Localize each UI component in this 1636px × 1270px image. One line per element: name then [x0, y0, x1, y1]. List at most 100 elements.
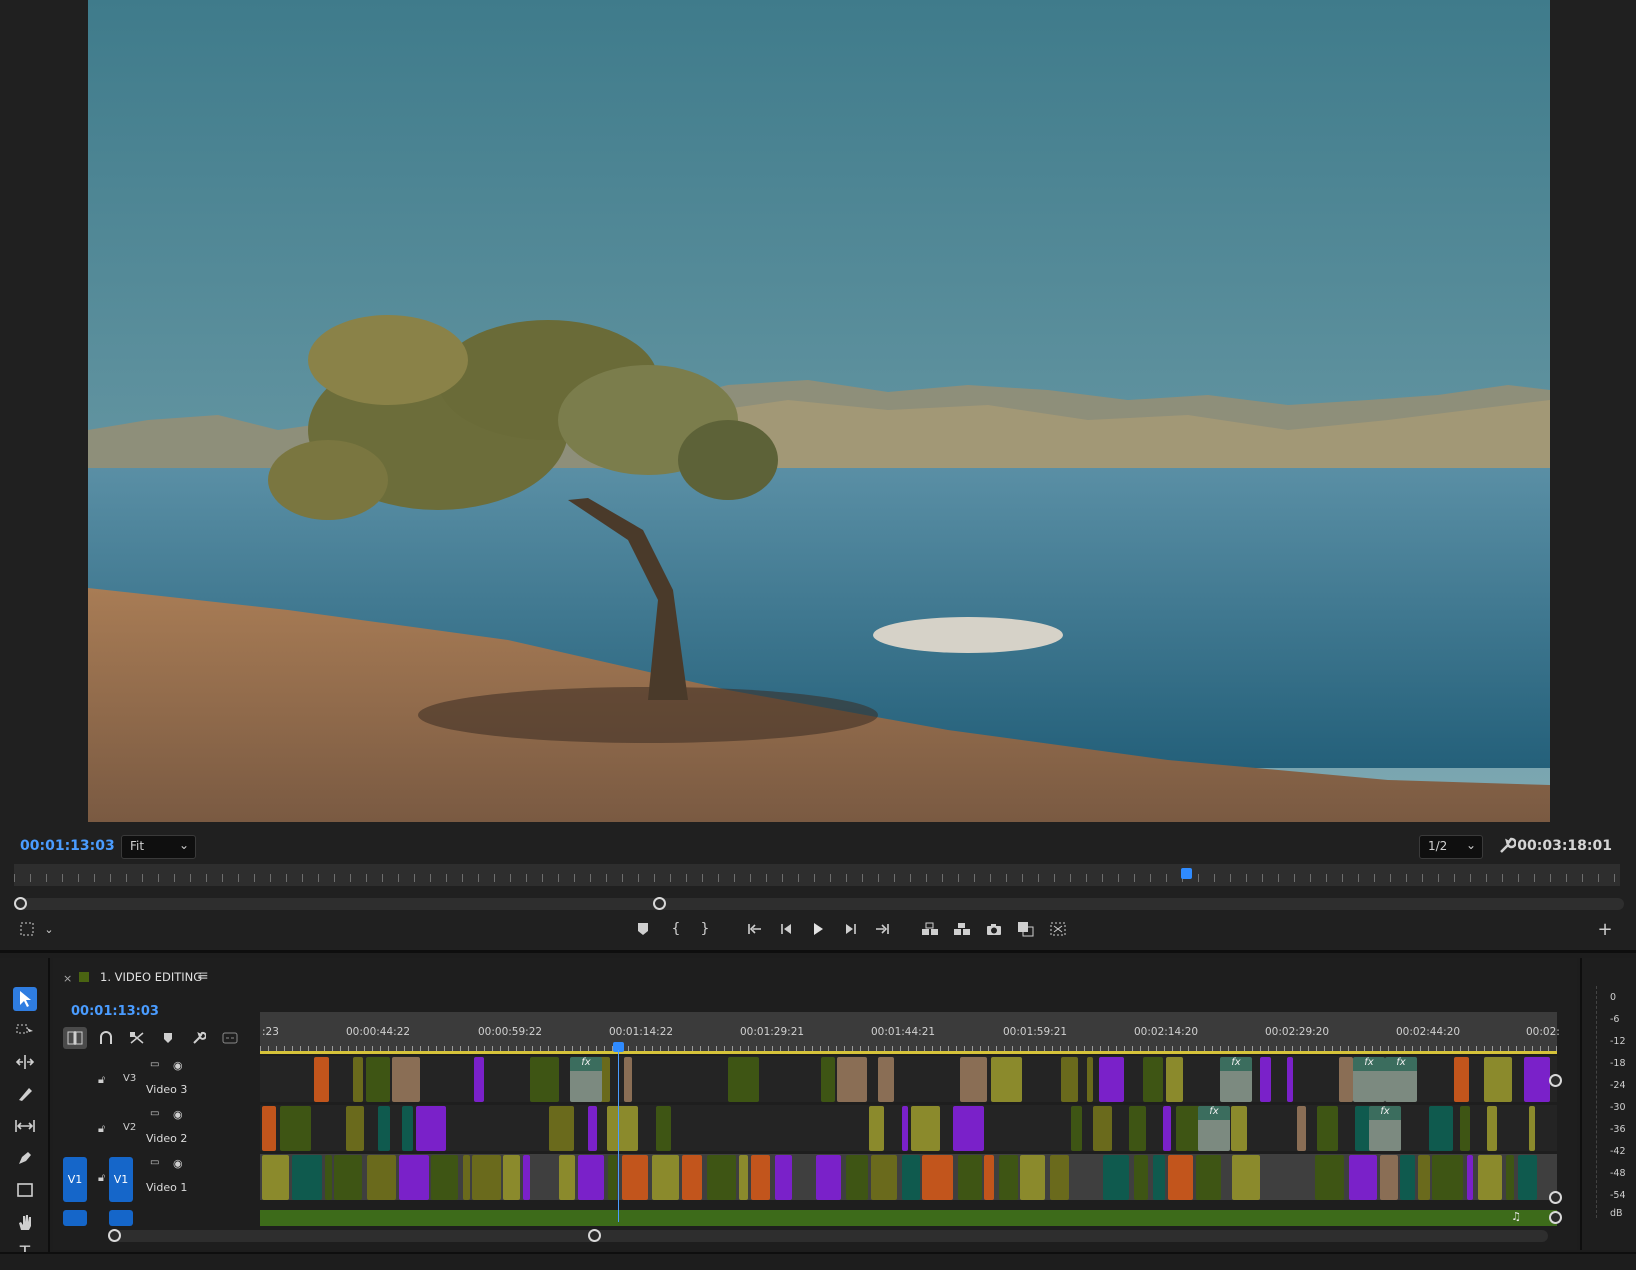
video-clip[interactable]	[1297, 1106, 1306, 1151]
video-clip[interactable]	[958, 1155, 982, 1200]
insert-nest-toggle-icon[interactable]	[63, 1027, 87, 1049]
source-patch-a1[interactable]	[63, 1210, 87, 1226]
toggle-sync-lock-icon[interactable]: ▭	[150, 1108, 159, 1119]
video-clip[interactable]	[1487, 1106, 1497, 1151]
video-clip[interactable]	[314, 1057, 329, 1102]
video-clip[interactable]	[608, 1155, 617, 1200]
video-clip[interactable]	[346, 1106, 364, 1151]
zoom-level-select[interactable]: Fit ⌄	[121, 835, 196, 859]
video-clip[interactable]	[1506, 1155, 1514, 1200]
video-clip[interactable]	[1050, 1155, 1069, 1200]
video-clip[interactable]	[1400, 1155, 1415, 1200]
close-tab-icon[interactable]: ×	[63, 972, 72, 985]
safe-margins-icon[interactable]	[16, 918, 38, 940]
video-clip[interactable]	[1467, 1155, 1473, 1200]
video-clip[interactable]	[816, 1155, 841, 1200]
timeline-settings-wrench-icon[interactable]	[187, 1027, 211, 1049]
video-clip[interactable]	[1484, 1057, 1512, 1102]
work-area-bar[interactable]	[260, 1051, 1557, 1054]
video-clip[interactable]	[366, 1057, 390, 1102]
video-clip[interactable]	[607, 1106, 638, 1151]
video-clip[interactable]	[1163, 1106, 1171, 1151]
track-lane-v2[interactable]: fx fx	[260, 1105, 1557, 1151]
timeline-current-timecode[interactable]: 00:01:13:03	[71, 1004, 159, 1019]
video-clip[interactable]	[869, 1106, 884, 1151]
video-clip[interactable]	[530, 1057, 559, 1102]
video-clip[interactable]	[1071, 1106, 1082, 1151]
video-clip[interactable]	[960, 1057, 987, 1102]
panel-menu-icon[interactable]: ≡	[197, 968, 209, 984]
video-clip[interactable]	[775, 1155, 792, 1200]
video-clip[interactable]	[1454, 1057, 1469, 1102]
playback-resolution-select[interactable]: 1/2 ⌄	[1419, 835, 1483, 859]
extract-icon[interactable]	[951, 918, 973, 940]
video-clip[interactable]	[728, 1057, 759, 1102]
video-clip[interactable]	[1339, 1057, 1353, 1102]
video-clip[interactable]	[821, 1057, 835, 1102]
video-clip[interactable]	[1429, 1106, 1453, 1151]
video-clip[interactable]	[325, 1155, 332, 1200]
video-clip[interactable]	[902, 1106, 908, 1151]
lock-icon[interactable]: 🔓︎	[98, 1171, 105, 1185]
add-marker-icon[interactable]	[632, 918, 654, 940]
video-clip[interactable]	[523, 1155, 530, 1200]
video-clip[interactable]	[622, 1155, 648, 1200]
video-clip[interactable]	[707, 1155, 736, 1200]
video-clip[interactable]	[262, 1155, 289, 1200]
linked-selection-icon[interactable]	[125, 1027, 149, 1049]
video-clip[interactable]	[402, 1106, 413, 1151]
video-clip[interactable]	[262, 1106, 276, 1151]
video-clip[interactable]	[1232, 1155, 1260, 1200]
lock-icon[interactable]: 🔓︎	[98, 1122, 105, 1136]
ripple-edit-tool-icon[interactable]	[13, 1050, 37, 1074]
monitor-time-ruler[interactable]	[14, 864, 1620, 886]
video-clip[interactable]	[1134, 1155, 1148, 1200]
video-clip[interactable]	[1166, 1057, 1183, 1102]
track-lane-v1[interactable]	[260, 1154, 1557, 1200]
video-clip[interactable]	[1143, 1057, 1163, 1102]
video-clip[interactable]	[399, 1155, 429, 1200]
video-clip[interactable]	[682, 1155, 702, 1200]
timeline-time-ruler[interactable]: :23 00:00:44:22 00:00:59:22 00:01:14:22 …	[260, 1012, 1560, 1054]
video-clip[interactable]	[991, 1057, 1022, 1102]
mark-in-icon[interactable]: {	[665, 918, 687, 940]
video-clip[interactable]	[1432, 1155, 1463, 1200]
video-clip[interactable]	[751, 1155, 770, 1200]
vertical-scroll-handle-bottom[interactable]	[1549, 1191, 1562, 1204]
video-clip[interactable]	[1196, 1155, 1221, 1200]
timeline-horizontal-scrollbar[interactable]	[108, 1229, 1548, 1242]
video-clip[interactable]	[472, 1155, 501, 1200]
video-clip[interactable]	[1061, 1057, 1078, 1102]
track-lane-v3[interactable]: fx fx fx fx	[260, 1056, 1557, 1102]
lift-icon[interactable]	[919, 918, 941, 940]
track-select-tool-icon[interactable]	[13, 1018, 37, 1042]
lock-icon[interactable]: 🔓︎	[98, 1073, 105, 1087]
snap-magnet-icon[interactable]	[94, 1027, 118, 1049]
fx-clip[interactable]: fx	[570, 1057, 602, 1102]
video-clip[interactable]	[431, 1155, 458, 1200]
video-clip[interactable]	[922, 1155, 953, 1200]
video-clip[interactable]	[280, 1106, 311, 1151]
video-clip[interactable]	[1153, 1155, 1165, 1200]
video-clip[interactable]	[1460, 1106, 1470, 1151]
export-frame-icon[interactable]	[983, 918, 1005, 940]
comparison-view-icon[interactable]	[1015, 918, 1037, 940]
video-clip[interactable]	[334, 1155, 362, 1200]
video-clip[interactable]	[549, 1106, 574, 1151]
video-clip[interactable]	[1103, 1155, 1129, 1200]
video-clip[interactable]	[503, 1155, 520, 1200]
go-to-out-icon[interactable]	[871, 918, 893, 940]
video-clip[interactable]	[1418, 1155, 1430, 1200]
video-clip[interactable]	[1093, 1106, 1112, 1151]
zoom-handle-end[interactable]	[653, 897, 666, 910]
current-timecode[interactable]: 00:01:13:03	[20, 838, 115, 854]
video-clip[interactable]	[1518, 1155, 1537, 1200]
zoom-handle-end[interactable]	[588, 1229, 601, 1242]
hand-tool-icon[interactable]	[13, 1210, 37, 1234]
fx-clip[interactable]: fx	[1198, 1106, 1230, 1151]
vertical-scroll-handle-top[interactable]	[1549, 1074, 1562, 1087]
video-clip[interactable]	[652, 1155, 679, 1200]
video-clip[interactable]	[559, 1155, 575, 1200]
zoom-handle-start[interactable]	[14, 897, 27, 910]
video-clip[interactable]	[1020, 1155, 1045, 1200]
